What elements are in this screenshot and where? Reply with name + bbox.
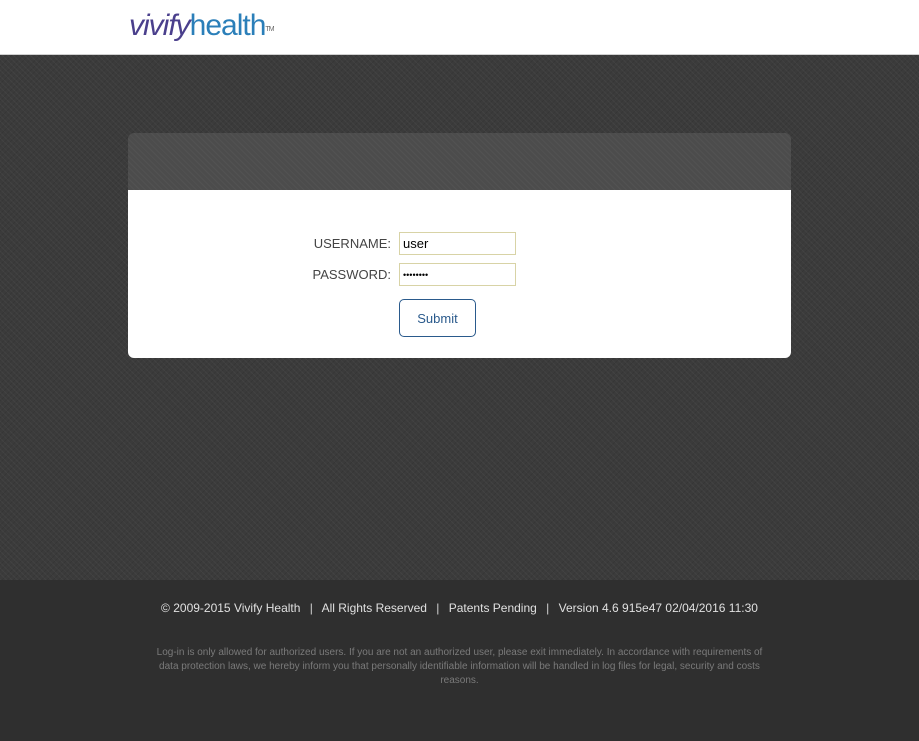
page-footer: © 2009-2015 Vivify Health | All Rights R… <box>0 580 919 741</box>
submit-button[interactable]: Submit <box>399 299 476 337</box>
legal-disclaimer: Log-in is only allowed for authorized us… <box>156 647 763 686</box>
footer-info-line: © 2009-2015 Vivify Health | All Rights R… <box>0 601 919 615</box>
login-card-header <box>128 133 791 190</box>
main-content: USERNAME: PASSWORD: Submit <box>0 55 919 580</box>
vivify-health-logo[interactable]: vivifyhealthTM <box>129 6 275 46</box>
footer-separator: | <box>309 601 313 615</box>
username-input[interactable] <box>399 232 516 255</box>
login-card: USERNAME: PASSWORD: Submit <box>128 133 791 358</box>
footer-separator: | <box>546 601 550 615</box>
top-header: vivifyhealthTM <box>0 0 919 55</box>
rights-text: All Rights Reserved <box>321 601 427 615</box>
username-label: USERNAME: <box>313 236 391 251</box>
logo-trademark: TM <box>265 26 274 33</box>
login-form: USERNAME: PASSWORD: Submit <box>128 190 791 358</box>
logo-text-vivify: vivify <box>129 9 191 42</box>
version-text: Version 4.6 915e47 02/04/2016 11:30 <box>558 601 758 615</box>
login-page: vivifyhealthTM USERNAME: PASSWORD: Submi… <box>0 0 919 741</box>
password-input[interactable] <box>399 263 516 286</box>
password-label: PASSWORD: <box>312 267 392 282</box>
copyright-text: © 2009-2015 Vivify Health <box>161 601 301 615</box>
logo-text-health: health <box>189 9 267 42</box>
footer-separator: | <box>436 601 440 615</box>
patents-text: Patents Pending <box>448 601 537 615</box>
